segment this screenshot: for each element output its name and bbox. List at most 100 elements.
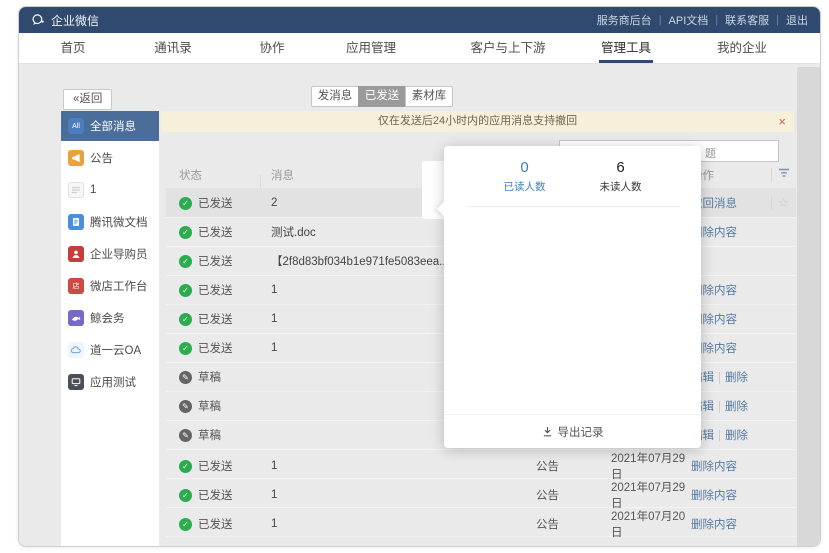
action-link[interactable]: 删除 — [725, 430, 748, 442]
link-logout[interactable]: 退出 — [786, 12, 808, 28]
unread-count: 6 — [593, 159, 649, 176]
app-cell: 公告 — [536, 487, 611, 503]
nav-app-management[interactable]: 应用管理 — [346, 33, 396, 63]
actions-cell: 撤回消息 — [691, 195, 771, 211]
status-cell: ✎ 草稿 — [166, 369, 271, 385]
status-cell: ✓ 已发送 — [166, 224, 271, 240]
header-filter — [771, 168, 796, 181]
status-label: 草稿 — [198, 369, 221, 385]
actions-cell: 编辑|删除 — [691, 427, 771, 443]
nav-admin-tools[interactable]: 管理工具 — [601, 33, 651, 63]
tab-send-message[interactable]: 发消息 — [311, 86, 359, 107]
read-count-stat: 0 已读人数 — [497, 159, 553, 194]
status-cell: ✓ 已发送 — [166, 311, 271, 327]
tab-material-library[interactable]: 素材库 — [405, 86, 453, 107]
form-icon — [68, 182, 84, 198]
popup-divider — [466, 206, 679, 207]
unread-count-stat: 6 未读人数 — [593, 159, 649, 194]
link-provider-console[interactable]: 服务商后台 — [597, 12, 652, 28]
status-label: 已发送 — [198, 282, 233, 298]
action-link[interactable]: 删除内容 — [691, 461, 737, 473]
sidebar-item-shopping-guide[interactable]: 企业导购员 — [61, 239, 159, 269]
action-link[interactable]: 删除 — [725, 372, 748, 384]
read-status-popup: 0 已读人数 6 未读人数 导出记录 — [444, 146, 701, 448]
tab-sent[interactable]: 已发送 — [358, 86, 406, 107]
notice-close-icon[interactable]: × — [778, 111, 786, 132]
read-caption: 已读人数 — [497, 179, 553, 194]
status-cell: ✓ 已发送 — [166, 516, 271, 532]
app-sidebar: All 全部消息 公告 1 腾讯微文档 — [61, 111, 159, 546]
wecom-logo-icon — [31, 13, 45, 27]
status-label: 已发送 — [198, 224, 233, 240]
actions-cell: 删除内容 — [691, 282, 771, 298]
date-cell: 2021年07月29日 — [611, 479, 691, 511]
top-bar: 企业微信 服务商后台 | API文档 | 联系客服 | 退出 — [19, 7, 820, 33]
actions-cell: 删除内容 — [691, 458, 771, 474]
message-cell: 1 — [271, 460, 431, 472]
monitor-icon — [68, 374, 84, 390]
actions-cell: 删除内容 — [691, 311, 771, 327]
status-cell: ✓ 已发送 — [166, 340, 271, 356]
app-cell: 公告 — [536, 458, 611, 474]
actions-cell: 删除内容 — [691, 516, 771, 532]
message-cell: 1 — [271, 342, 431, 354]
star-icon[interactable]: ☆ — [778, 195, 790, 210]
nav-collaboration[interactable]: 协作 — [259, 33, 284, 63]
nav-customers[interactable]: 客户与上下游 — [470, 33, 545, 63]
notice-bar: 仅在发送后24小时内的应用消息支持撤回 × — [161, 111, 794, 132]
nav-home[interactable]: 首页 — [60, 33, 85, 63]
sidebar-item-daoyiyun-oa[interactable]: 道一云OA — [61, 335, 159, 365]
sidebar-item-1[interactable]: 1 — [61, 175, 159, 205]
nav-contacts[interactable]: 通讯录 — [154, 33, 192, 63]
table-row[interactable]: ✓ 已发送 1 公告 2021年07月29日 删除内容 — [166, 450, 796, 479]
action-link[interactable]: 删除内容 — [691, 490, 737, 502]
status-icon: ✓ — [179, 460, 192, 473]
link-api-docs[interactable]: API文档 — [669, 12, 709, 28]
sidebar-item-microstore[interactable]: 店 微店工作台 — [61, 271, 159, 301]
status-icon: ✓ — [179, 489, 192, 502]
document-icon — [68, 214, 84, 230]
table-row[interactable]: ✓ 已发送 1 公告 2021年07月20日 删除内容 — [166, 508, 796, 537]
brand: 企业微信 — [31, 12, 99, 29]
action-link[interactable]: 删除内容 — [691, 519, 737, 531]
popup-stats: 0 已读人数 6 未读人数 — [444, 146, 701, 194]
cloud-icon — [68, 342, 84, 358]
notice-text: 仅在发送后24小时内的应用消息支持撤回 — [378, 115, 577, 127]
content-area: «返回 发消息 已发送 素材库 仅在发送后24小时内的应用消息支持撤回 × Al… — [19, 64, 820, 546]
link-contact-support[interactable]: 联系客服 — [725, 12, 769, 28]
date-cell: 2021年07月29日 — [611, 450, 691, 482]
sidebar-item-announcement[interactable]: 公告 — [61, 143, 159, 173]
table-row[interactable]: ✓ 已发送 1 公告 2021年07月29日 删除内容 — [166, 479, 796, 508]
sidebar-item-whale-meeting[interactable]: 鲸会务 — [61, 303, 159, 333]
sidebar-item-all-messages[interactable]: All 全部消息 — [61, 111, 159, 141]
sidebar-item-tencent-docs[interactable]: 腾讯微文档 — [61, 207, 159, 237]
person-icon — [68, 246, 84, 262]
status-icon: ✓ — [179, 313, 192, 326]
star-cell: ☆ — [771, 195, 796, 211]
filter-icon[interactable] — [778, 168, 790, 178]
nav-my-company[interactable]: 我的企业 — [717, 33, 767, 63]
status-cell: ✓ 已发送 — [166, 487, 271, 503]
message-cell: 2 — [271, 197, 431, 209]
top-links: 服务商后台 | API文档 | 联系客服 | 退出 — [597, 12, 808, 28]
status-cell: ✓ 已发送 — [166, 458, 271, 474]
message-cell: 1 — [271, 284, 431, 296]
actions-cell: 编辑|删除 — [691, 369, 771, 385]
status-cell: ✎ 草稿 — [166, 427, 271, 443]
status-icon: ✓ — [179, 342, 192, 355]
status-label: 草稿 — [198, 427, 221, 443]
message-cell: 1 — [271, 518, 431, 530]
megaphone-icon — [68, 150, 84, 166]
date-cell: 2021年07月20日 — [611, 508, 691, 540]
status-icon: ✓ — [179, 226, 192, 239]
scrollbar-track[interactable] — [797, 67, 820, 546]
brand-name: 企业微信 — [51, 12, 99, 29]
sidebar-item-app-test[interactable]: 应用测试 — [61, 367, 159, 397]
header-action: 操作 — [691, 167, 771, 183]
export-records-button[interactable]: 导出记录 — [444, 414, 701, 448]
status-icon: ✓ — [179, 197, 192, 210]
status-label: 已发送 — [198, 516, 233, 532]
read-count: 0 — [497, 159, 553, 176]
action-link[interactable]: 删除 — [725, 401, 748, 413]
back-button[interactable]: «返回 — [63, 89, 112, 110]
